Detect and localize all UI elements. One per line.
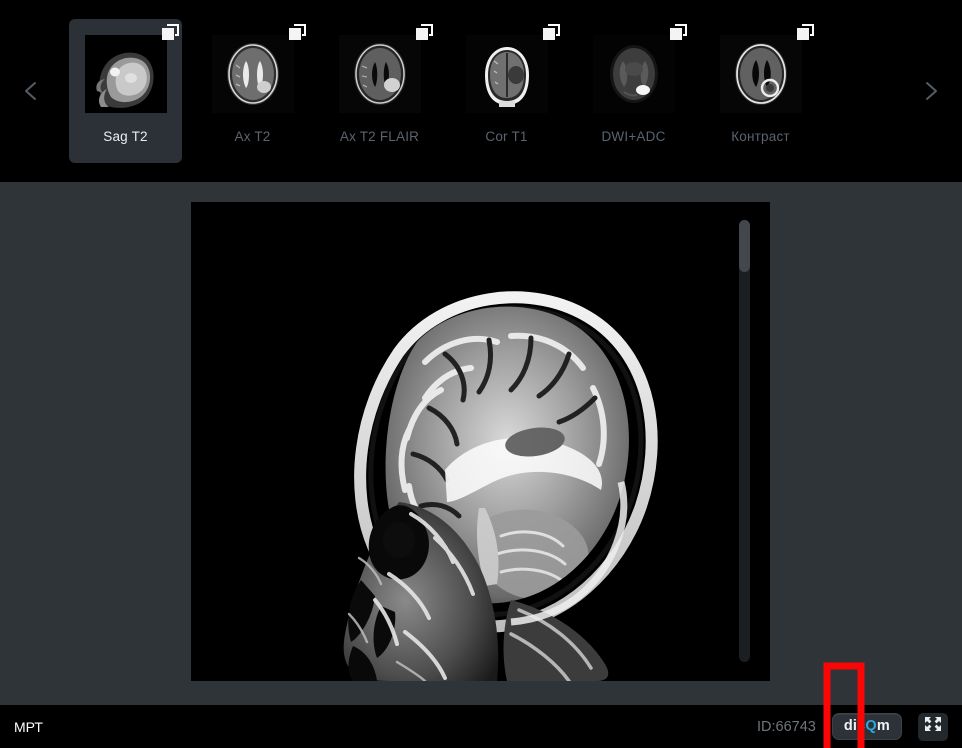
- series-card-ax-t2[interactable]: Ax T2: [196, 19, 309, 163]
- fullscreen-button[interactable]: [918, 712, 948, 741]
- series-label: Контраст: [731, 129, 790, 144]
- stack-copy-icon[interactable]: [542, 23, 562, 41]
- dicom-image-panel[interactable]: [191, 202, 770, 681]
- series-card-sag-t2[interactable]: Sag T2: [69, 19, 182, 163]
- study-id-label: ID:66743: [757, 718, 816, 735]
- series-label: Sag T2: [103, 129, 148, 144]
- dicom-viewer-app: Sag T2 Ax T2 Ax T2 FLAIR Cor T1 DWI+ADC …: [0, 0, 962, 748]
- chevron-left-icon: [20, 78, 42, 104]
- series-label: Cor T1: [485, 129, 528, 144]
- main-viewer: [0, 182, 962, 748]
- series-thumbnail-image: [211, 35, 294, 113]
- logo-accent: Q: [865, 718, 877, 734]
- series-list: Sag T2 Ax T2 Ax T2 FLAIR Cor T1 DWI+ADC …: [62, 0, 900, 182]
- series-label: Ax T2 FLAIR: [339, 129, 420, 144]
- series-thumbnail-image: [84, 35, 167, 113]
- mri-sagittal-image: [249, 202, 729, 681]
- status-bar: МРТ ID:66743 dicQm: [0, 705, 962, 748]
- modality-label: МРТ: [14, 718, 43, 735]
- series-card-dwi-adc[interactable]: DWI+ADC: [577, 19, 690, 163]
- series-prev-button[interactable]: [0, 0, 62, 182]
- series-thumbnail-strip: Sag T2 Ax T2 Ax T2 FLAIR Cor T1 DWI+ADC …: [0, 0, 962, 182]
- series-thumbnail-image: [592, 35, 675, 113]
- series-label: Ax T2: [234, 129, 271, 144]
- logo-prefix: dic: [843, 718, 866, 734]
- series-thumbnail-image: [465, 35, 548, 113]
- series-thumbnail-wrap: [338, 24, 433, 113]
- status-bar-right-group: ID:66743 dicQm: [757, 712, 948, 741]
- series-thumbnail-wrap: [465, 24, 560, 113]
- stack-copy-icon[interactable]: [161, 23, 181, 41]
- logo-suffix: m: [876, 718, 890, 734]
- chevron-right-icon: [920, 78, 942, 104]
- fullscreen-expand-icon: [923, 715, 943, 738]
- image-scrollbar-thumb[interactable]: [739, 220, 750, 272]
- series-card-ax-t2-flair[interactable]: Ax T2 FLAIR: [323, 19, 436, 163]
- series-thumbnail-wrap: [719, 24, 814, 113]
- stack-copy-icon[interactable]: [288, 23, 308, 41]
- stack-copy-icon[interactable]: [796, 23, 816, 41]
- series-label: DWI+ADC: [601, 129, 666, 144]
- series-thumbnail-wrap: [211, 24, 306, 113]
- series-thumbnail-image: [719, 35, 802, 113]
- dicom-logo-button[interactable]: dicQm: [831, 713, 902, 740]
- series-next-button[interactable]: [900, 0, 962, 182]
- image-scrollbar-track[interactable]: [739, 220, 750, 662]
- series-thumbnail-image: [338, 35, 421, 113]
- stack-copy-icon[interactable]: [669, 23, 689, 41]
- stack-copy-icon[interactable]: [415, 23, 435, 41]
- series-card-kontrast[interactable]: Контраст: [704, 19, 817, 163]
- series-thumbnail-wrap: [84, 24, 179, 113]
- series-card-cor-t1[interactable]: Cor T1: [450, 19, 563, 163]
- series-thumbnail-wrap: [592, 24, 687, 113]
